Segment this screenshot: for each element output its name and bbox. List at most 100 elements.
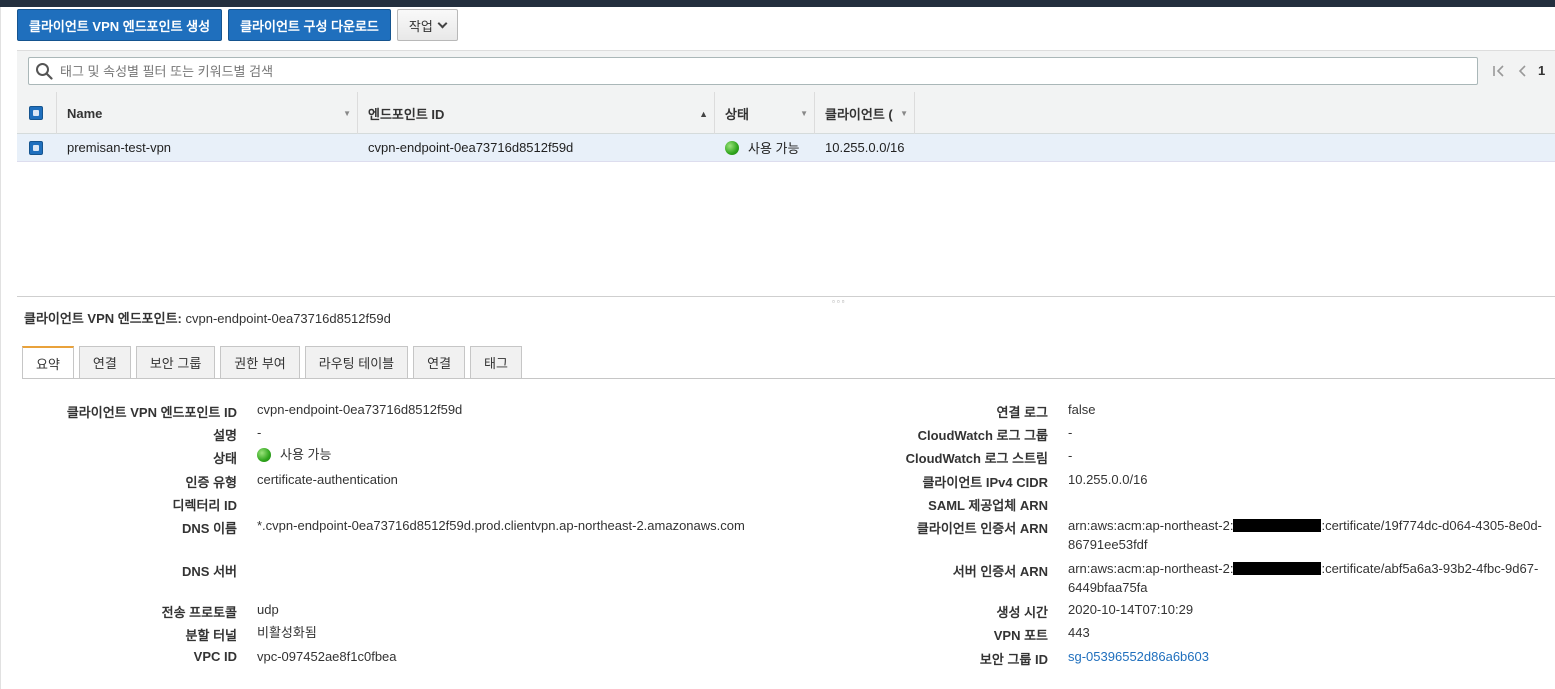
details-title-label: 클라이언트 VPN 엔드포인트: <box>24 311 182 326</box>
row-select-cell <box>17 134 57 162</box>
select-all-cell <box>17 92 57 134</box>
detail-transport-protocol: udp <box>257 602 279 617</box>
detail-description: - <box>257 425 262 440</box>
detail-creation-time: 2020-10-14T07:10:29 <box>1068 602 1194 617</box>
search-box[interactable] <box>28 57 1478 85</box>
page-number: 1 <box>1538 63 1546 78</box>
details-tabs: 요약 연결 보안 그룹 권한 부여 라우팅 테이블 연결 태그 <box>22 346 522 379</box>
row-name: premisan-test-vpn <box>67 140 172 155</box>
detail-label: 생성 시간 <box>996 605 1048 620</box>
arn-prefix: arn:aws:acm:ap-northeast-2: <box>1068 561 1234 576</box>
detail-label: VPC ID <box>193 649 237 664</box>
tab-divider <box>22 378 1555 379</box>
column-header-client-cidr[interactable]: 클라이언트 ( ▼ <box>815 92 915 134</box>
row-status-text: 사용 가능 <box>748 141 800 156</box>
actions-dropdown-button[interactable]: 작업 <box>396 9 458 41</box>
table-row[interactable]: premisan-test-vpn cvpn-endpoint-0ea73716… <box>17 134 1555 162</box>
arn-continuation: 86791ee53fdf <box>1068 537 1148 552</box>
chevron-down-icon <box>437 18 448 28</box>
detail-label: VPN 포트 <box>993 628 1048 643</box>
detail-auth-type: certificate-authentication <box>257 472 398 487</box>
security-group-id-link[interactable]: sg-05396552d86a6b603 <box>1068 647 1209 666</box>
detail-label: 클라이언트 IPv4 CIDR <box>922 475 1048 490</box>
tab-route-table[interactable]: 라우팅 테이블 <box>304 346 409 378</box>
sort-up-icon: ▲ <box>699 109 708 119</box>
detail-vpn-port: 443 <box>1068 625 1090 640</box>
table-header: Name ▼ 엔드포인트 ID ▲ 상태 ▼ 클라이언트 ( ▼ <box>17 92 1555 134</box>
details-title: 클라이언트 VPN 엔드포인트: cvpn-endpoint-0ea73716d… <box>24 308 391 327</box>
detail-label: CloudWatch 로그 그룹 <box>917 428 1048 443</box>
actions-label: 작업 <box>408 18 433 34</box>
first-page-icon[interactable] <box>1492 64 1506 78</box>
status-available-icon <box>725 140 739 155</box>
pagination: 1 <box>1492 63 1545 78</box>
row-client-cidr: 10.255.0.0/16 <box>825 140 905 155</box>
tab-tags[interactable]: 태그 <box>470 346 522 378</box>
filter-bar: 1 <box>17 50 1555 92</box>
detail-client-ipv4-cidr: 10.255.0.0/16 <box>1068 472 1148 487</box>
detail-status: 사용 가능 <box>257 445 331 464</box>
detail-label: 디렉터리 ID <box>172 498 237 513</box>
detail-label: 서버 인증서 ARN <box>952 564 1048 579</box>
detail-label: SAML 제공업체 ARN <box>928 498 1048 513</box>
row-endpoint-id: cvpn-endpoint-0ea73716d8512f59d <box>368 140 574 155</box>
column-header-label: 엔드포인트 ID <box>368 106 445 122</box>
create-endpoint-button[interactable]: 클라이언트 VPN 엔드포인트 생성 <box>17 9 223 41</box>
detail-endpoint-id: cvpn-endpoint-0ea73716d8512f59d <box>257 402 463 417</box>
detail-label: DNS 이름 <box>182 521 237 536</box>
detail-label: 보안 그룹 ID <box>979 652 1048 667</box>
detail-vpc-id: vpc-097452ae8f1c0fbea <box>257 649 397 664</box>
select-all-checkbox[interactable] <box>29 106 43 120</box>
detail-label: CloudWatch 로그 스트림 <box>905 451 1048 466</box>
arn-continuation: 6449bfaa75fa <box>1068 580 1148 595</box>
row-status: 사용 가능 <box>715 134 815 162</box>
column-header-name[interactable]: Name ▼ <box>57 92 358 134</box>
detail-label: 클라이언트 인증서 ARN <box>916 521 1048 536</box>
detail-label: 상태 <box>213 451 237 466</box>
redacted-account-id <box>1233 562 1322 575</box>
detail-label: DNS 서버 <box>182 564 237 579</box>
details-title-value: cvpn-endpoint-0ea73716d8512f59d <box>185 311 391 326</box>
column-header-status[interactable]: 상태 ▼ <box>715 92 815 134</box>
row-checkbox[interactable] <box>29 140 43 155</box>
arn-prefix: arn:aws:acm:ap-northeast-2: <box>1068 518 1234 533</box>
column-header-endpoint-id[interactable]: 엔드포인트 ID ▲ <box>358 92 715 134</box>
redacted-account-id <box>1233 519 1322 532</box>
detail-label: 전송 프로토콜 <box>161 605 237 620</box>
sort-down-icon: ▼ <box>900 109 908 118</box>
arn-suffix: :certificate/abf5a6a3-93b2-4fbc-9d67- <box>1321 561 1539 576</box>
detail-label: 인증 유형 <box>185 475 237 490</box>
left-edge-divider <box>0 7 1 689</box>
tab-summary[interactable]: 요약 <box>22 346 74 379</box>
arn-suffix: :certificate/19f774dc-d064-4305-8e0d- <box>1321 518 1542 533</box>
detail-cloudwatch-log-group: - <box>1068 425 1073 440</box>
detail-label: 연결 로그 <box>996 405 1048 420</box>
splitter-grip-icon[interactable]: ▫▫▫ <box>832 297 847 306</box>
detail-status-text: 사용 가능 <box>280 447 332 462</box>
sort-down-icon: ▼ <box>800 109 808 118</box>
top-nav-bar <box>0 0 1555 7</box>
tab-security-groups[interactable]: 보안 그룹 <box>135 346 216 378</box>
panel-splitter[interactable] <box>17 296 1555 297</box>
sort-down-icon: ▼ <box>343 109 351 118</box>
column-header-label: 상태 <box>725 106 749 122</box>
column-header-label: 클라이언트 ( <box>825 106 893 122</box>
detail-connection-log: false <box>1068 402 1096 417</box>
detail-split-tunnel: 비활성화됨 <box>257 625 317 640</box>
tab-connections[interactable]: 연결 <box>413 346 466 378</box>
detail-dns-name: *.cvpn-endpoint-0ea73716d8512f59d.prod.c… <box>257 518 745 533</box>
search-input[interactable] <box>60 63 1460 79</box>
detail-cloudwatch-log-stream: - <box>1068 448 1073 463</box>
detail-label: 설명 <box>213 428 237 443</box>
detail-label: 클라이언트 VPN 엔드포인트 ID <box>66 405 237 420</box>
column-header-label: Name <box>67 105 103 121</box>
prev-page-icon[interactable] <box>1516 64 1528 78</box>
detail-server-cert-arn: arn:aws:acm:ap-northeast-2: :certificate/… <box>1068 559 1548 597</box>
search-icon <box>36 63 53 80</box>
download-config-button[interactable]: 클라이언트 구성 다운로드 <box>228 9 391 41</box>
tab-authorization[interactable]: 권한 부여 <box>220 346 300 378</box>
detail-client-cert-arn: arn:aws:acm:ap-northeast-2: :certificate/… <box>1068 516 1548 554</box>
toolbar: 클라이언트 VPN 엔드포인트 생성 클라이언트 구성 다운로드 작업 <box>17 9 458 41</box>
status-available-icon <box>257 447 271 462</box>
tab-associations[interactable]: 연결 <box>78 346 131 378</box>
